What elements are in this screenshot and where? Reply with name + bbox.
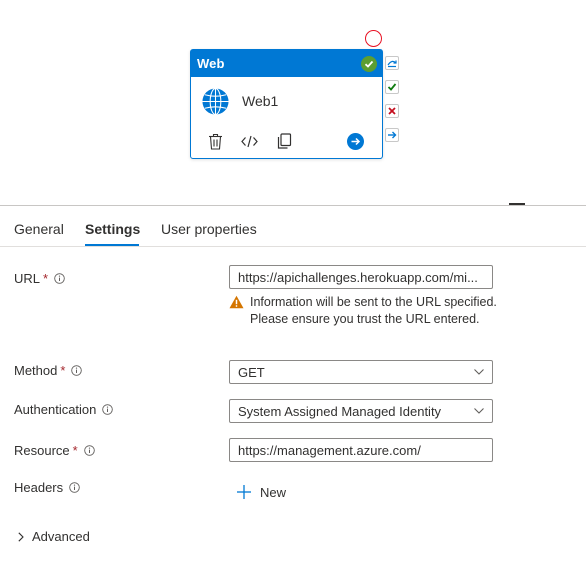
authentication-label-row: Authentication: [14, 402, 114, 417]
add-header-label: New: [260, 484, 287, 500]
active-tab-indicator: [85, 244, 139, 246]
go-arrow-icon[interactable]: [347, 133, 364, 150]
web-activity-card[interactable]: Web Web1: [190, 49, 383, 159]
method-dropdown[interactable]: GET: [229, 360, 493, 384]
copy-icon[interactable]: [275, 132, 293, 150]
info-icon[interactable]: [83, 445, 95, 456]
method-value: GET: [238, 364, 265, 380]
headers-label-row: Headers: [14, 480, 80, 495]
properties-tabs: General Settings User properties: [0, 206, 586, 247]
resource-required-mark: *: [72, 443, 78, 458]
success-check-icon: [361, 55, 377, 72]
chevron-down-icon: [474, 408, 484, 414]
warning-text: Information will be sent to the URL spec…: [250, 295, 497, 326]
skip-port-icon[interactable]: [385, 56, 399, 70]
resource-label: Resource: [14, 443, 70, 458]
headers-label: Headers: [14, 480, 64, 495]
delete-icon[interactable]: [206, 132, 224, 150]
completion-port-icon[interactable]: [385, 128, 399, 142]
add-header-button[interactable]: New: [236, 484, 286, 500]
resource-input[interactable]: https://management.azure.com/: [229, 438, 493, 462]
authentication-value: System Assigned Managed Identity: [238, 403, 442, 419]
info-icon[interactable]: [102, 404, 114, 415]
url-label-row: URL *: [14, 271, 65, 286]
warning-icon: [229, 295, 244, 309]
panel-resize-handle[interactable]: [509, 203, 525, 205]
url-label: URL: [14, 271, 41, 286]
url-warning: Information will be sent to the URL spec…: [229, 294, 499, 328]
url-input[interactable]: https://apichallenges.herokuapp.com/mi..…: [229, 265, 493, 289]
pipeline-canvas[interactable]: Web Web1: [0, 0, 586, 200]
red-circle-marker: [365, 30, 382, 47]
url-required-mark: *: [43, 271, 49, 286]
activity-name: Web1: [242, 93, 279, 109]
authentication-dropdown[interactable]: System Assigned Managed Identity: [229, 399, 493, 423]
info-icon[interactable]: [54, 273, 65, 284]
resource-value: https://management.azure.com/: [238, 442, 421, 458]
failure-port-icon[interactable]: [385, 104, 399, 118]
tab-general[interactable]: General: [14, 221, 64, 237]
advanced-label: Advanced: [32, 529, 90, 544]
authentication-label: Authentication: [14, 402, 97, 417]
code-icon[interactable]: [240, 132, 258, 150]
globe-icon: [202, 87, 229, 115]
resource-label-row: Resource *: [14, 443, 95, 458]
info-icon[interactable]: [69, 482, 80, 493]
method-label-row: Method *: [14, 363, 83, 378]
success-port-icon[interactable]: [385, 80, 399, 94]
tab-user-properties[interactable]: User properties: [161, 221, 257, 237]
activity-type-title: Web: [197, 56, 225, 71]
method-label: Method: [14, 363, 58, 378]
url-value: https://apichallenges.herokuapp.com/mi..…: [238, 269, 478, 285]
activity-body: Web1: [191, 77, 382, 125]
plus-icon: [237, 485, 251, 499]
activity-header: Web: [191, 50, 382, 77]
info-icon[interactable]: [71, 365, 83, 376]
chevron-right-icon: [18, 531, 24, 542]
web-activity-editor: Web Web1 General Settings User propertie…: [0, 0, 586, 563]
method-required-mark: *: [60, 363, 66, 378]
activity-toolbar: [191, 125, 382, 157]
tab-settings[interactable]: Settings: [85, 221, 140, 237]
advanced-section-toggle[interactable]: Advanced: [18, 529, 90, 544]
chevron-down-icon: [474, 369, 484, 375]
